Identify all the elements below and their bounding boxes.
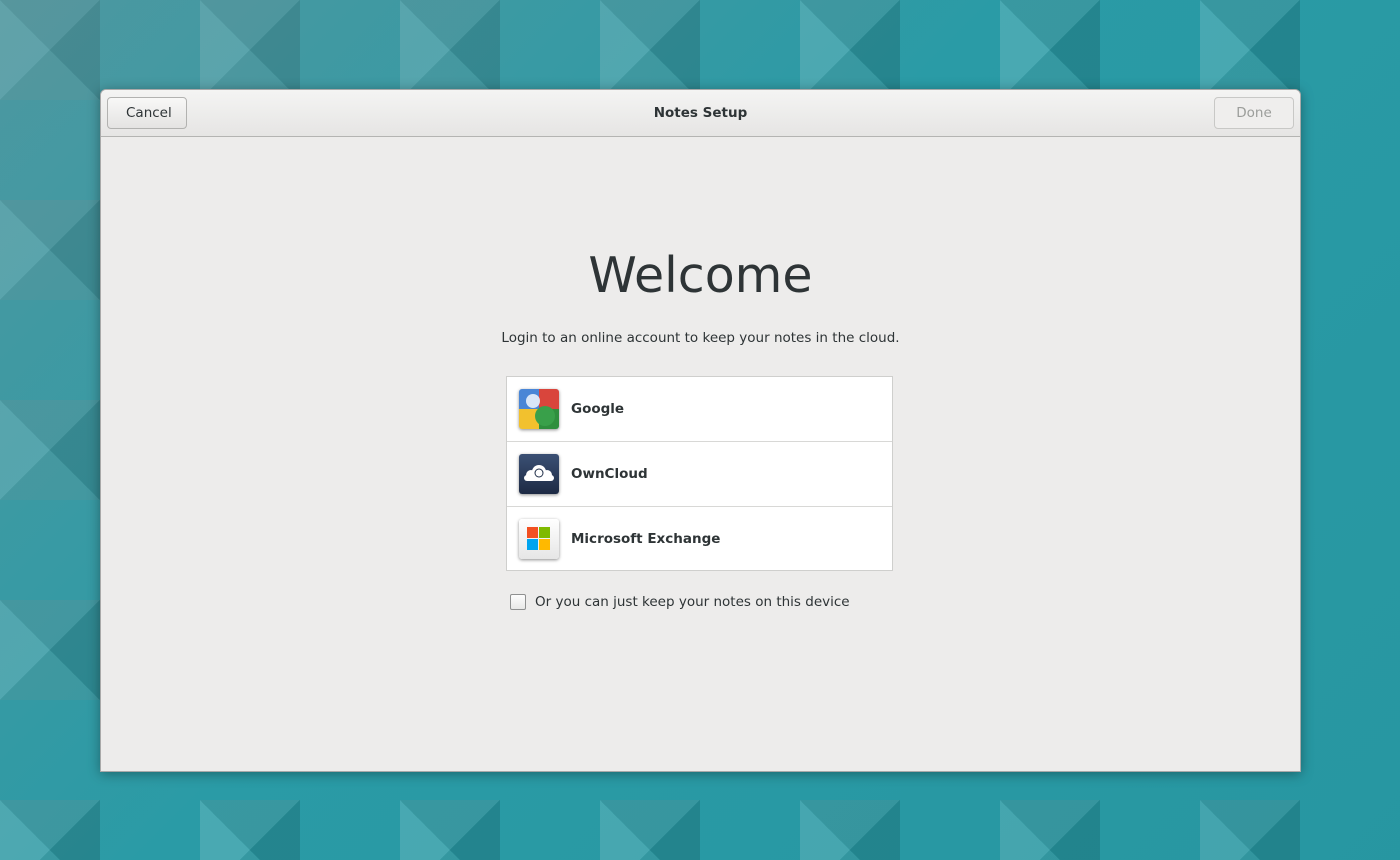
- owncloud-icon: [519, 454, 559, 494]
- account-row-microsoft-exchange[interactable]: Microsoft Exchange: [507, 507, 892, 572]
- google-icon: [519, 389, 559, 429]
- welcome-subtitle: Login to an online account to keep your …: [501, 330, 900, 346]
- local-storage-checkbox[interactable]: [510, 594, 526, 610]
- window-title: Notes Setup: [653, 105, 748, 121]
- notes-setup-window: Cancel Notes Setup Done Welcome Login to…: [100, 89, 1301, 772]
- welcome-heading: Welcome: [588, 247, 813, 304]
- account-row-owncloud[interactable]: OwnCloud: [507, 442, 892, 507]
- header-bar: Cancel Notes Setup Done: [101, 90, 1300, 137]
- account-list: Google OwnCloud Microsoft Exchange: [506, 376, 893, 571]
- account-row-google[interactable]: Google: [507, 377, 892, 442]
- done-button[interactable]: Done: [1214, 97, 1294, 129]
- microsoft-exchange-icon: [519, 519, 559, 559]
- account-label: OwnCloud: [571, 466, 648, 482]
- local-storage-label: Or you can just keep your notes on this …: [535, 594, 850, 610]
- account-label: Microsoft Exchange: [571, 531, 721, 547]
- account-label: Google: [571, 401, 625, 417]
